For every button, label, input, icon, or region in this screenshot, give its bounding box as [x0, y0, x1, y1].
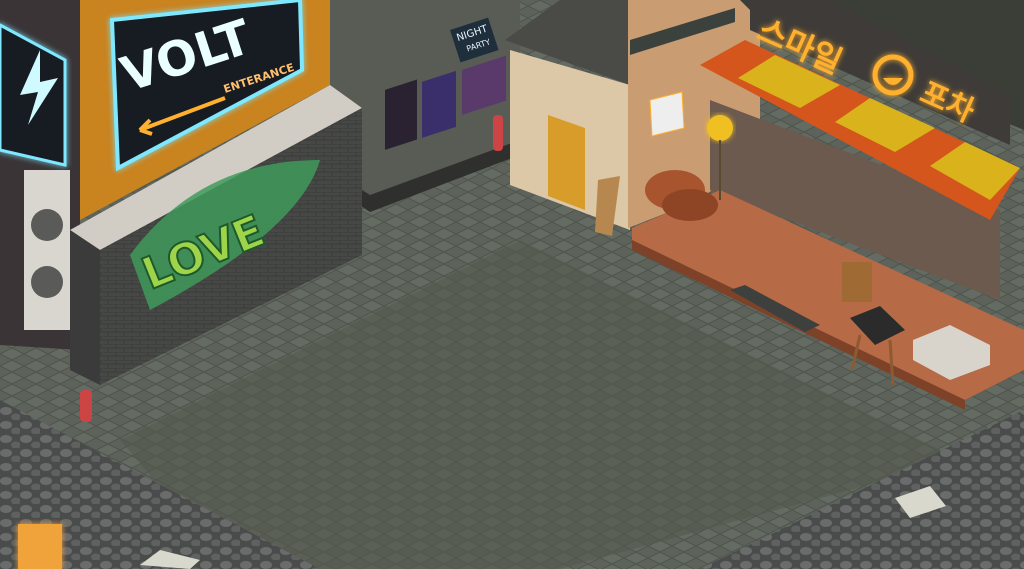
graffiti-wall	[70, 230, 100, 385]
neon-logo-sign	[649, 91, 685, 137]
speaker	[24, 170, 70, 330]
poster	[422, 70, 456, 138]
poster	[385, 79, 417, 150]
fire-hydrant	[80, 390, 92, 422]
game-scene: NIGHT PARTY 스마일 포차 VOLT ENTERANCE LOVE	[0, 0, 1024, 569]
glowing-tree	[707, 115, 733, 141]
bar-door[interactable]	[548, 115, 585, 210]
cat-figure-chair	[842, 262, 872, 302]
isometric-street: NIGHT PARTY 스마일 포차 VOLT ENTERANCE LOVE	[0, 0, 1024, 569]
fire-hydrant	[493, 115, 503, 151]
glowing-lantern-cube	[18, 524, 62, 569]
